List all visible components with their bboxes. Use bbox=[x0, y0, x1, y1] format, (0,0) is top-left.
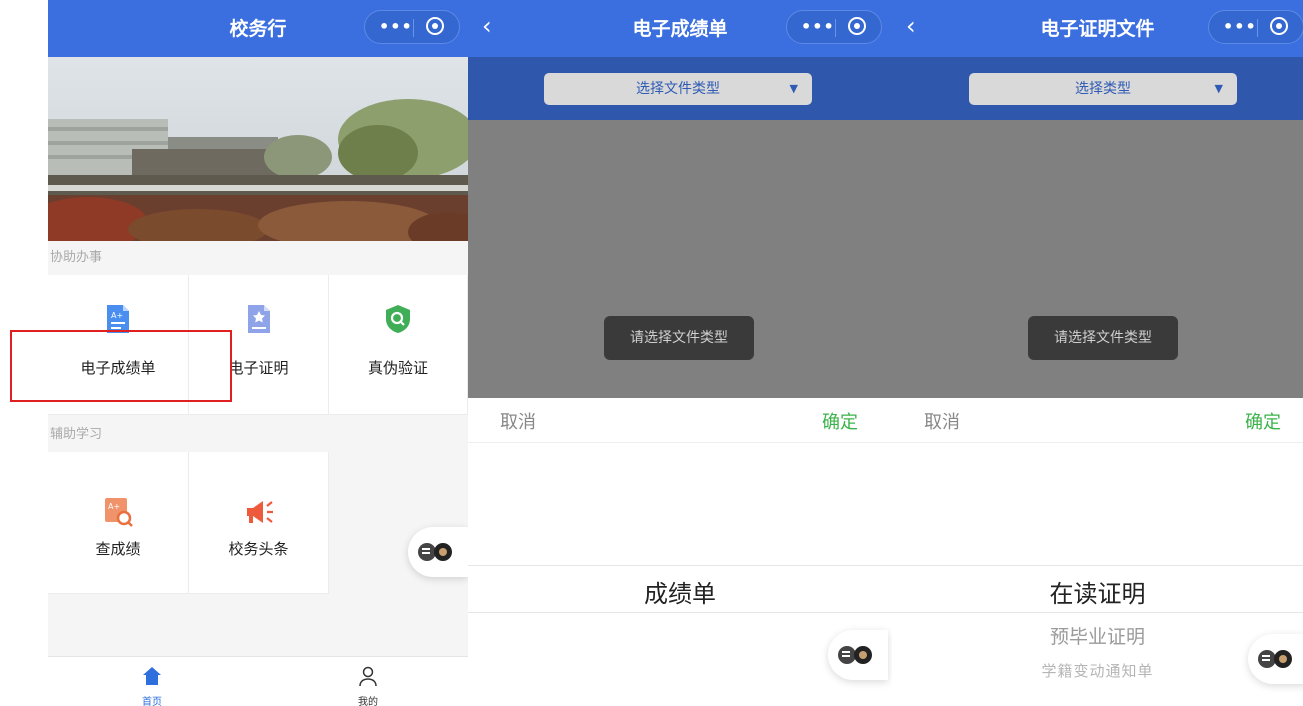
section-label-study: 辅助学习 bbox=[50, 427, 103, 442]
capsule-divider bbox=[413, 19, 414, 37]
close-target-icon[interactable] bbox=[426, 17, 444, 35]
tab-bar: 首页 我的 bbox=[48, 656, 468, 706]
grid-item-label: 真伪验证 bbox=[367, 359, 428, 377]
filter-bar: 选择类型 ▼ bbox=[892, 57, 1303, 120]
service-icon bbox=[418, 543, 452, 561]
floating-service-button[interactable] bbox=[408, 527, 468, 577]
more-icon[interactable]: ••• bbox=[1223, 17, 1257, 36]
highlight-box bbox=[10, 330, 232, 402]
floating-service-button[interactable] bbox=[828, 630, 888, 680]
select-label: 选择文件类型 bbox=[636, 81, 720, 97]
picker-header: 取消 确定 bbox=[468, 398, 892, 443]
picker-option[interactable]: 预毕业证明 bbox=[892, 622, 1303, 649]
user-icon bbox=[359, 666, 377, 687]
home-icon bbox=[143, 667, 161, 685]
grid-item-verify[interactable]: 真伪验证 bbox=[329, 275, 468, 415]
grid-item-label: 校务头条 bbox=[228, 540, 289, 558]
cancel-button[interactable]: 取消 bbox=[924, 408, 960, 434]
svg-text:A+: A+ bbox=[111, 311, 123, 320]
certificate-icon bbox=[243, 303, 275, 335]
megaphone-icon bbox=[243, 496, 275, 528]
floating-service-button[interactable] bbox=[1248, 634, 1303, 684]
tab-mine[interactable]: 我的 bbox=[328, 657, 408, 706]
file-type-select[interactable]: 选择文件类型 ▼ bbox=[544, 73, 812, 105]
dropdown-arrow-icon: ▼ bbox=[789, 82, 798, 95]
miniprogram-capsule: ••• bbox=[1208, 10, 1303, 44]
more-icon[interactable]: ••• bbox=[379, 17, 413, 36]
certificate-screen: ‹ 电子证明文件 ••• 选择类型 ▼ 请选择文件类型 取消 确定 在读证明 预… bbox=[892, 0, 1303, 706]
confirm-button[interactable]: 确定 bbox=[1245, 408, 1281, 434]
capsule-divider bbox=[1257, 19, 1258, 37]
picker-option-selected[interactable]: 在读证明 bbox=[892, 574, 1303, 609]
grade-report-screen: ‹ 电子成绩单 ••• 选择文件类型 ▼ 请选择文件类型 取消 确定 成绩单 bbox=[468, 0, 892, 706]
type-select[interactable]: 选择类型 ▼ bbox=[969, 73, 1237, 105]
tab-label: 我的 bbox=[358, 697, 378, 706]
navbar: ‹ 电子证明文件 ••• bbox=[892, 0, 1303, 57]
svg-text:A+: A+ bbox=[108, 502, 120, 511]
cancel-button[interactable]: 取消 bbox=[500, 408, 536, 434]
close-target-icon[interactable] bbox=[848, 17, 866, 35]
miniprogram-capsule: ••• bbox=[364, 10, 460, 44]
toast-message: 请选择文件类型 bbox=[604, 316, 754, 360]
confirm-button[interactable]: 确定 bbox=[822, 408, 858, 434]
tab-label: 首页 bbox=[142, 697, 162, 706]
grid-item-news[interactable]: 校务头条 bbox=[189, 452, 329, 594]
picker-option[interactable]: 学籍变动通知单 bbox=[892, 660, 1303, 681]
picker-header: 取消 确定 bbox=[892, 398, 1303, 443]
miniprogram-capsule: ••• bbox=[786, 10, 882, 44]
grid-item-search-grade[interactable]: A+ 查成绩 bbox=[48, 452, 189, 594]
picker-option-selected[interactable]: 成绩单 bbox=[468, 574, 892, 609]
more-icon[interactable]: ••• bbox=[801, 17, 835, 36]
grid-item-label: 查成绩 bbox=[95, 540, 141, 558]
capsule-divider bbox=[835, 19, 836, 37]
filter-bar: 选择文件类型 ▼ bbox=[468, 57, 892, 120]
verify-shield-icon bbox=[382, 303, 414, 335]
tab-home[interactable]: 首页 bbox=[112, 657, 192, 706]
campus-banner-image bbox=[48, 57, 468, 241]
select-label: 选择类型 bbox=[1075, 81, 1131, 97]
service-icon bbox=[1258, 650, 1292, 668]
service-icon bbox=[838, 646, 872, 664]
navbar: 校务行 ••• bbox=[48, 0, 468, 57]
toast-message: 请选择文件类型 bbox=[1028, 316, 1178, 360]
search-grade-icon: A+ bbox=[102, 496, 134, 528]
close-target-icon[interactable] bbox=[1270, 17, 1288, 35]
navbar: ‹ 电子成绩单 ••• bbox=[468, 0, 892, 57]
section-label-assist: 协助办事 bbox=[50, 250, 103, 265]
dropdown-arrow-icon: ▼ bbox=[1214, 82, 1223, 95]
